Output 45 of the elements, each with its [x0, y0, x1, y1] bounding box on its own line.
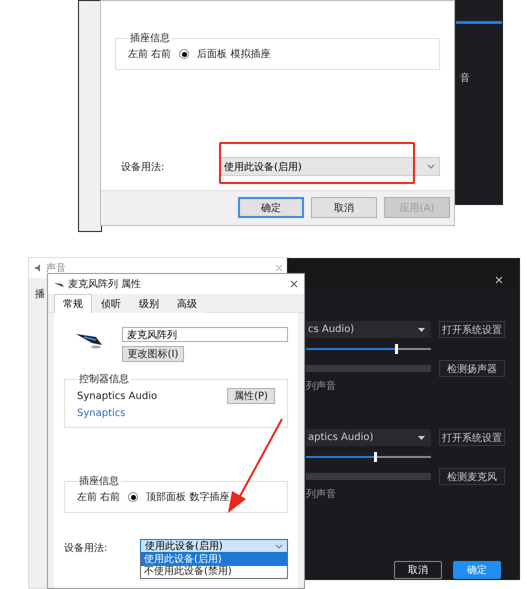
window-title: 声音: [46, 262, 66, 275]
chevron-icon: [275, 544, 283, 548]
radio-button[interactable]: [179, 49, 190, 59]
change-icon-button[interactable]: 更改图标(I): [122, 346, 184, 362]
dropdown-arrow-icon: [418, 436, 425, 440]
name-field[interactable]: 麦克风阵列: [122, 327, 288, 342]
app-text: 音: [460, 73, 470, 84]
open-settings-button[interactable]: 打开系统设置: [439, 429, 505, 446]
hint-text: 列声音: [306, 380, 337, 393]
close-icon[interactable]: [290, 280, 298, 288]
channels-label: 左前 右前: [77, 491, 120, 504]
dialog-button[interactable]: 取消: [394, 561, 442, 579]
dropdown-arrow-icon: [418, 328, 425, 332]
microphone-array-icon: [54, 282, 64, 286]
open-settings-button[interactable]: 打开系统设置: [439, 321, 505, 338]
slider-thumb[interactable]: [374, 452, 377, 462]
microphone-array-icon: [76, 331, 104, 349]
group-title: 插座信息: [78, 474, 120, 488]
device-usage-label: 设备用法:: [64, 542, 108, 555]
controller-name: Synaptics Audio: [77, 390, 158, 402]
slider-thumb[interactable]: [395, 344, 398, 354]
dialog-button[interactable]: 取消: [311, 197, 377, 218]
test-button[interactable]: 检测扬声器: [439, 360, 505, 377]
properties-button[interactable]: 属性(P): [227, 388, 275, 404]
group-title: 插座信息: [129, 32, 171, 45]
jack-label: 顶部面板 数字插座: [146, 490, 230, 504]
radio-button[interactable]: [128, 492, 138, 502]
channels-label: 左前 右前: [128, 48, 172, 61]
device-dropdown[interactable]: aptics Audio): [306, 429, 431, 446]
jack-label: 后面板 模拟插座: [197, 48, 270, 61]
device-usage-dropdown[interactable]: 使用此设备(启用): [140, 539, 288, 553]
device-dropdown[interactable]: cs Audio): [306, 321, 431, 338]
tab[interactable]: 常规: [54, 294, 92, 313]
hint-text: 列声音: [306, 488, 337, 501]
chevron-icon: [427, 164, 435, 169]
dialog-button[interactable]: 确定: [238, 197, 304, 218]
vendor-link[interactable]: Synaptics: [77, 408, 275, 419]
tab-label[interactable]: 播: [35, 289, 45, 300]
group-title: 控制器信息: [78, 372, 130, 386]
device-usage-label: 设备用法:: [120, 160, 166, 174]
speaker-icon: [35, 264, 43, 272]
device-usage-dropdown[interactable]: 使用此设备(启用): [219, 157, 440, 176]
dropdown-option[interactable]: 使用此设备(启用): [141, 554, 287, 566]
test-button[interactable]: 检测麦克风: [439, 468, 505, 485]
dialog-title: 麦克风阵列 属性: [68, 278, 142, 291]
